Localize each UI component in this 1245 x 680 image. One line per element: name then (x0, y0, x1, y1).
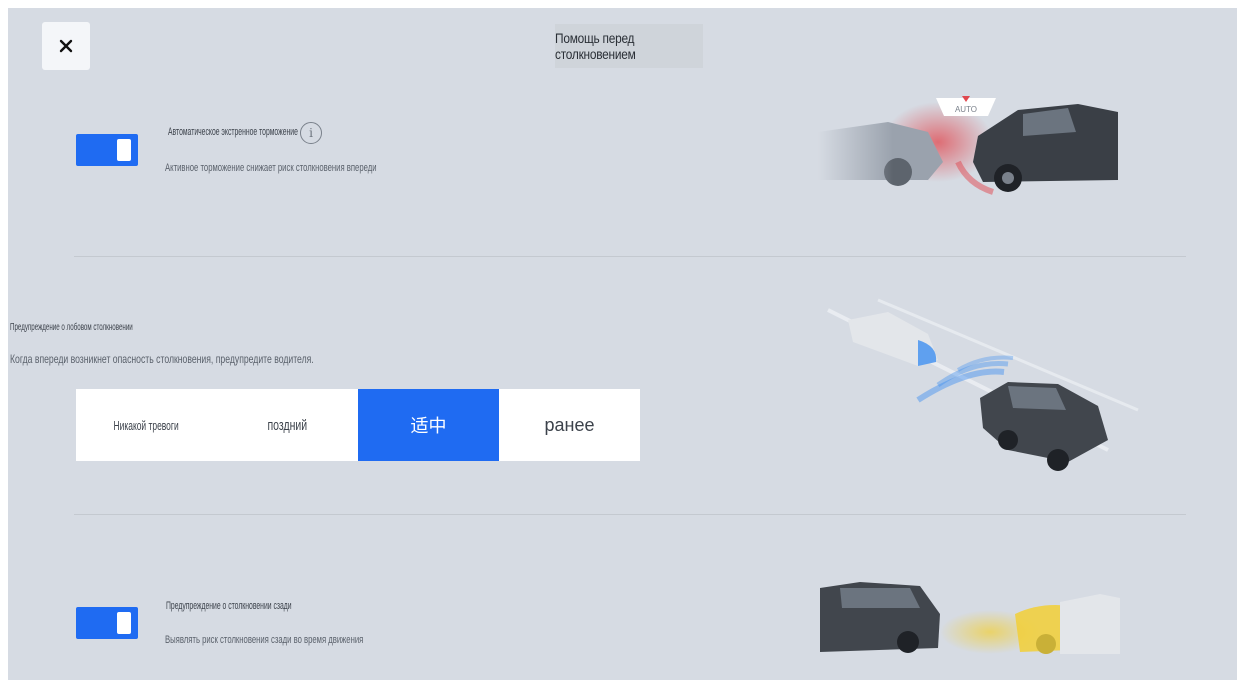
option-label: ранее (544, 414, 595, 435)
option-late[interactable]: поздний (217, 389, 358, 461)
fcw-title: Предупреждение о лобовом столкновении (10, 322, 133, 333)
option-no-alarm[interactable]: Никакой тревоги (76, 389, 217, 461)
auto-badge: AUTO (955, 105, 977, 114)
option-label: 适中 (410, 416, 447, 436)
option-label: Никакой тревоги (113, 417, 180, 433)
aeb-toggle[interactable] (76, 134, 138, 166)
rcw-description: Выявлять риск столкновения сзади во врем… (165, 634, 364, 646)
option-early[interactable]: ранее (499, 389, 640, 461)
close-button[interactable] (42, 22, 90, 70)
aeb-title: Автоматическое экстренное торможение (168, 126, 298, 138)
divider (74, 514, 1186, 515)
toggle-knob (117, 139, 131, 161)
settings-panel: Помощь перед столкновением Автоматическо… (8, 8, 1237, 680)
option-moderate[interactable]: 适中 (358, 389, 499, 461)
info-icon[interactable]: i (300, 122, 322, 144)
close-icon (59, 39, 73, 53)
divider (74, 256, 1186, 257)
toggle-knob (117, 612, 131, 634)
rcw-title: Предупреждение о столкновении сзади (166, 600, 292, 612)
page-title: Помощь перед столкновением (555, 24, 703, 68)
fcw-illustration (827, 298, 1139, 471)
fcw-sensitivity-selector: Никакой тревоги поздний 适中 ранее (76, 389, 640, 461)
aeb-description: Активное торможение снижает риск столкно… (165, 162, 377, 174)
fcw-description: Когда впереди возникнет опасность столкн… (10, 352, 314, 366)
rcw-toggle[interactable] (76, 607, 138, 639)
rcw-illustration (820, 582, 1120, 654)
aeb-illustration: AUTO (818, 92, 1118, 204)
option-label: поздний (267, 416, 308, 434)
